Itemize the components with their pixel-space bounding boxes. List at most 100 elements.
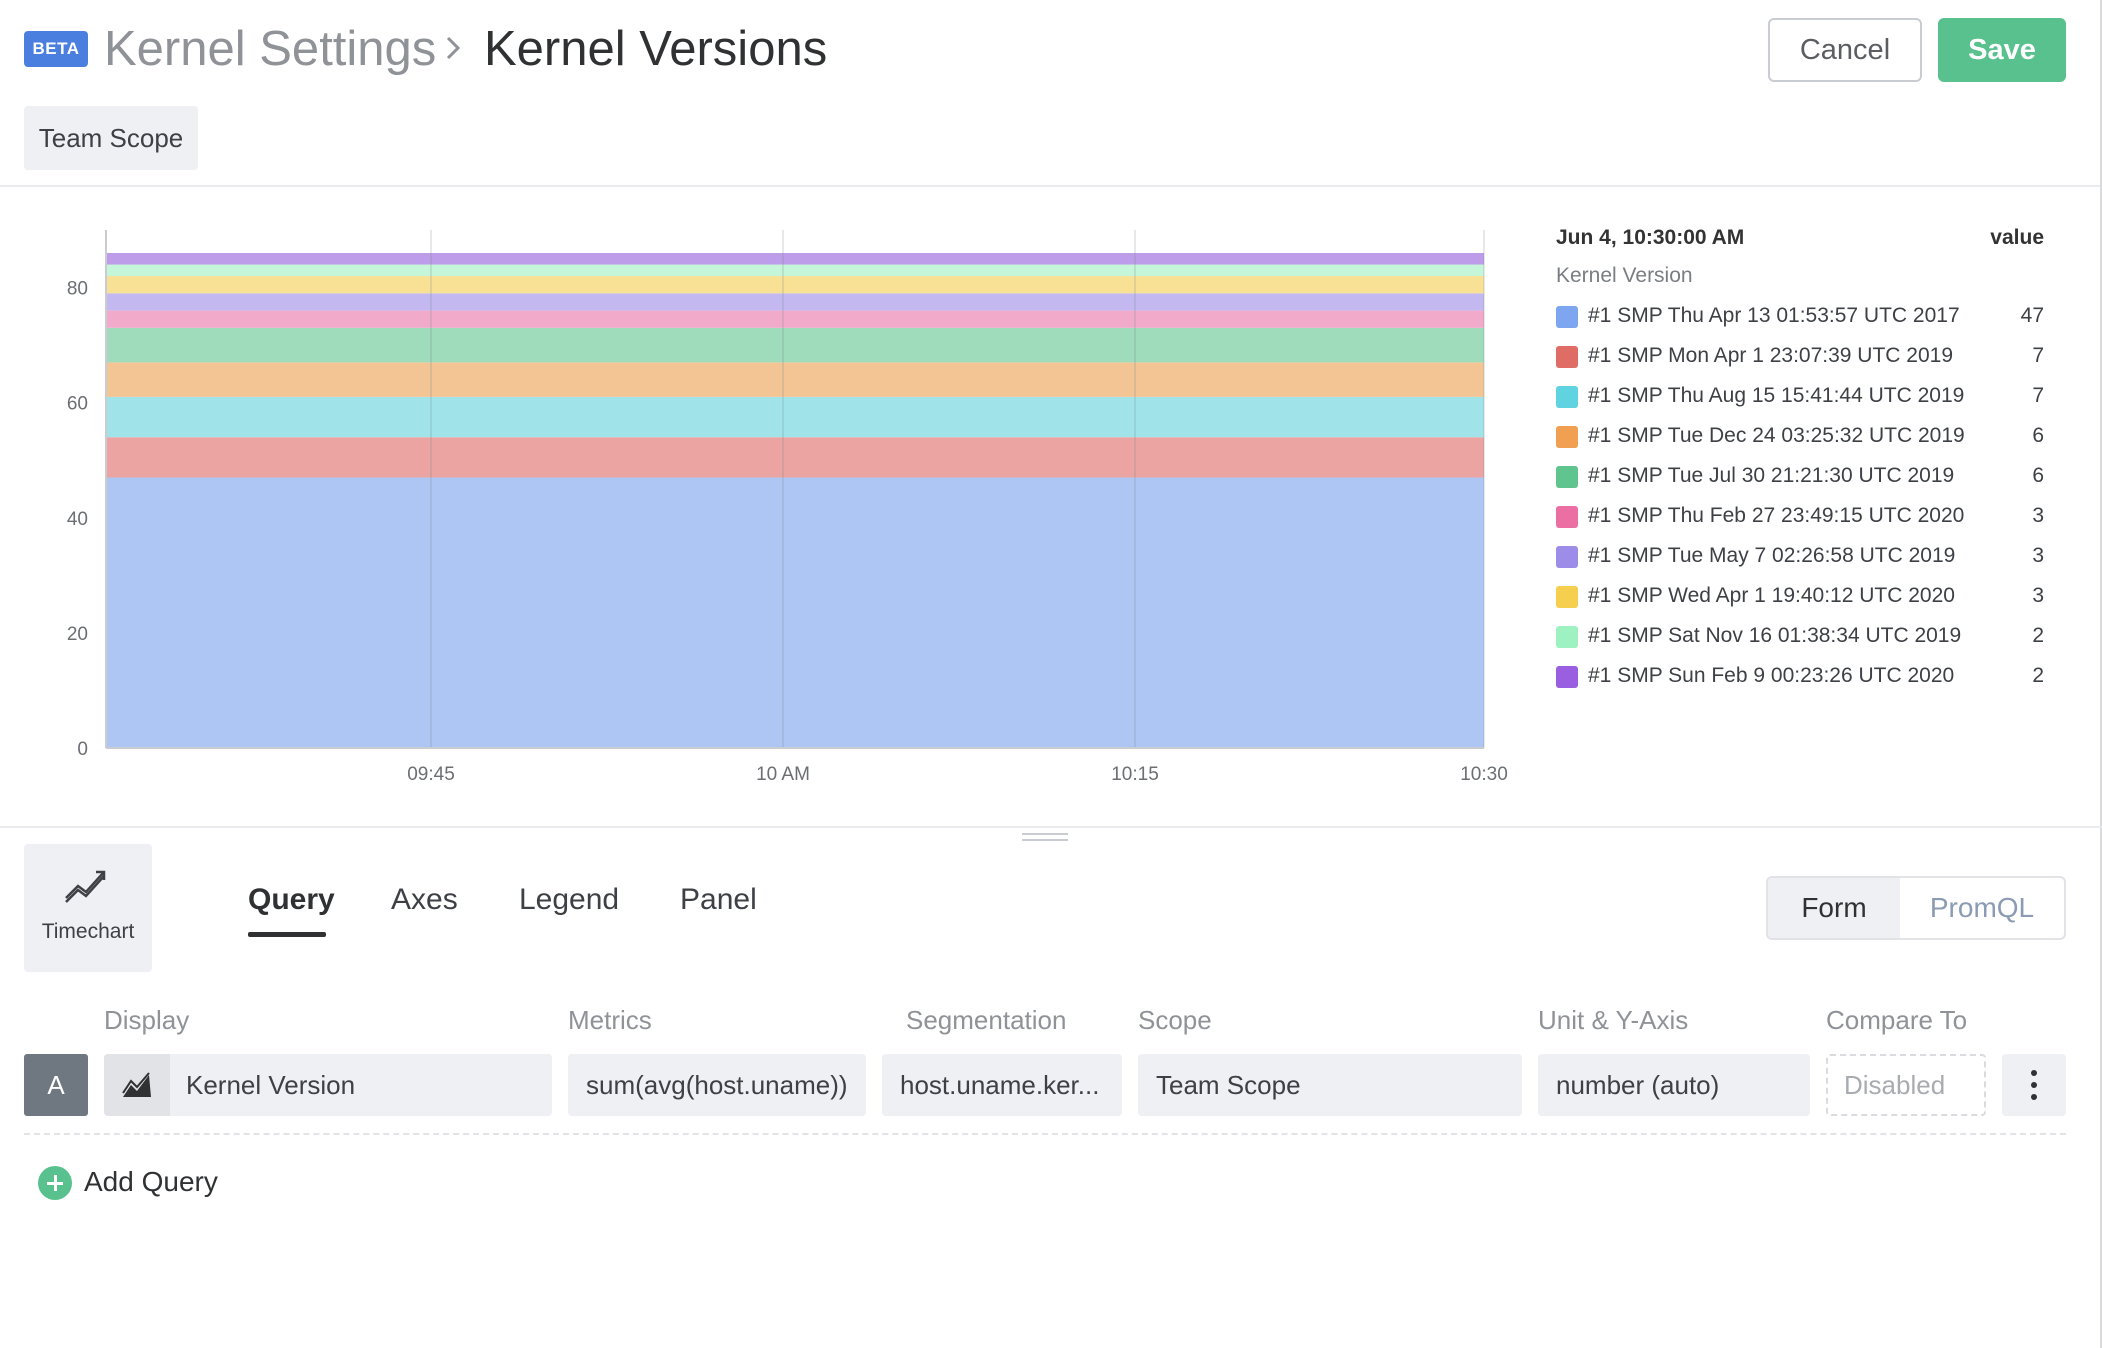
column-segmentation: Segmentation: [906, 1005, 1067, 1035]
breadcrumb-parent[interactable]: Kernel Settings: [104, 18, 436, 80]
legend-item-value: 6: [2032, 424, 2044, 447]
legend-item-value: 3: [2032, 584, 2044, 607]
team-scope-chip[interactable]: Team Scope: [24, 106, 198, 170]
tab-legend[interactable]: Legend: [519, 880, 619, 920]
legend-item-label: #1 SMP Sun Feb 9 00:23:26 UTC 2020: [1588, 664, 1955, 687]
area-band: [106, 477, 1484, 748]
legend-item[interactable]: #1 SMP Tue May 7 02:26:58 UTC 2019 3: [1556, 536, 2044, 576]
column-metrics: Metrics: [568, 1005, 652, 1035]
legend-swatch: [1556, 626, 1578, 648]
legend-swatch: [1556, 346, 1578, 368]
add-query-label: Add Query: [84, 1166, 218, 1197]
area-band: [106, 396, 1484, 438]
mode-toggle: Form PromQL: [1766, 876, 2066, 940]
timechart-icon: [65, 870, 106, 903]
legend-item[interactable]: #1 SMP Tue Dec 24 03:25:32 UTC 2019 6: [1556, 416, 2044, 456]
unit-select[interactable]: number (auto): [1538, 1054, 1810, 1116]
beta-badge: BETA: [24, 31, 88, 67]
legend-rows: #1 SMP Thu Apr 13 01:53:57 UTC 2017 47 #1 …: [1556, 296, 2044, 696]
column-compare: Compare To: [1826, 1005, 1968, 1035]
x-tick-label: 10:30: [1460, 764, 1508, 785]
active-tab-indicator: [248, 932, 326, 937]
chart-type-selector[interactable]: Timechart: [24, 844, 152, 972]
x-tick-label: 09:45: [407, 764, 455, 785]
area-chart-icon: [122, 1072, 151, 1097]
display-name-input[interactable]: Kernel Version: [104, 1054, 552, 1116]
legend-swatch: [1556, 386, 1578, 408]
chevron-right-icon: [446, 36, 461, 60]
area-band: [106, 276, 1484, 294]
legend-group-label: Kernel Version: [1556, 264, 1693, 287]
legend-swatch: [1556, 306, 1578, 328]
save-button[interactable]: Save: [1938, 18, 2066, 82]
kernel-versions-chart[interactable]: 09:45 10 AM 10:15 10:30 0 20 40 60 80: [0, 188, 1540, 808]
area-band: [106, 264, 1484, 277]
y-tick-label: 20: [67, 624, 88, 645]
legend-item[interactable]: #1 SMP Mon Apr 1 23:07:39 UTC 2019 7: [1556, 336, 2044, 376]
legend-item-label: #1 SMP Wed Apr 1 19:40:12 UTC 2020: [1588, 584, 1955, 607]
legend-item-value: 7: [2032, 384, 2044, 407]
legend-item-label: #1 SMP Tue May 7 02:26:58 UTC 2019: [1588, 544, 1956, 567]
area-band: [106, 327, 1484, 363]
chart-editor-divider: [0, 826, 2102, 828]
legend-item-label: #1 SMP Mon Apr 1 23:07:39 UTC 2019: [1588, 344, 1953, 367]
header-bar: BETA Kernel Settings Kernel Versions Can…: [0, 0, 2102, 186]
legend-item[interactable]: #1 SMP Sat Nov 16 01:38:34 UTC 2019 2: [1556, 616, 2044, 656]
legend-swatch: [1556, 666, 1578, 688]
plus-circle-icon: [38, 1166, 72, 1200]
resize-handle[interactable]: [1022, 833, 1068, 841]
legend-item[interactable]: #1 SMP Wed Apr 1 19:40:12 UTC 2020 3: [1556, 576, 2044, 616]
header-divider: [0, 185, 2102, 187]
display-style-button[interactable]: [104, 1054, 170, 1116]
legend-swatch: [1556, 586, 1578, 608]
more-options-icon[interactable]: [2002, 1054, 2066, 1116]
legend-item[interactable]: #1 SMP Thu Apr 13 01:53:57 UTC 2017 47: [1556, 296, 2044, 336]
chart-legend: Jun 4, 10:30:00 AM value Kernel Version …: [1556, 222, 2044, 696]
legend-swatch: [1556, 506, 1578, 528]
column-display: Display: [104, 1005, 190, 1035]
legend-value-header: value: [1990, 226, 2044, 249]
legend-item[interactable]: #1 SMP Sun Feb 9 00:23:26 UTC 2020 2: [1556, 656, 2044, 696]
cancel-button[interactable]: Cancel: [1768, 18, 1922, 82]
mode-form-button[interactable]: Form: [1768, 878, 1900, 938]
legend-item-label: #1 SMP Thu Feb 27 23:49:15 UTC 2020: [1588, 504, 1965, 527]
legend-item-value: 47: [2020, 304, 2044, 327]
legend-item-value: 2: [2032, 624, 2044, 647]
legend-item-label: #1 SMP Sat Nov 16 01:38:34 UTC 2019: [1588, 624, 1962, 647]
legend-item-value: 7: [2032, 344, 2044, 367]
legend-item-value: 2: [2032, 664, 2044, 687]
scope-input[interactable]: Team Scope: [1138, 1054, 1522, 1116]
mode-promql-button[interactable]: PromQL: [1900, 878, 2064, 938]
query-row-divider: [24, 1133, 2066, 1135]
area-band: [106, 362, 1484, 397]
legend-item-value: 6: [2032, 464, 2044, 487]
metrics-input[interactable]: sum(avg(host.uname)): [568, 1054, 866, 1116]
column-unit: Unit & Y-Axis: [1538, 1005, 1689, 1035]
legend-item[interactable]: #1 SMP Thu Feb 27 23:49:15 UTC 2020 3: [1556, 496, 2044, 536]
legend-swatch: [1556, 426, 1578, 448]
legend-item-value: 3: [2032, 504, 2044, 527]
tab-query[interactable]: Query: [248, 880, 335, 920]
tab-panel[interactable]: Panel: [680, 880, 757, 920]
area-band: [106, 293, 1484, 311]
segmentation-input[interactable]: host.uname.ker...: [882, 1054, 1122, 1116]
y-tick-label: 0: [77, 739, 88, 760]
legend-item-label: #1 SMP Thu Apr 13 01:53:57 UTC 2017: [1588, 304, 1960, 327]
page-title: Kernel Versions: [484, 22, 828, 76]
area-band: [106, 437, 1484, 478]
x-tick-label: 10 AM: [756, 764, 810, 785]
compare-to-select[interactable]: Disabled: [1826, 1054, 1986, 1116]
area-band: [106, 253, 1484, 265]
legend-item[interactable]: #1 SMP Tue Jul 30 21:21:30 UTC 2019 6: [1556, 456, 2044, 496]
legend-item[interactable]: #1 SMP Thu Aug 15 15:41:44 UTC 2019 7: [1556, 376, 2044, 416]
y-tick-label: 80: [67, 279, 88, 300]
y-tick-label: 40: [67, 509, 88, 530]
column-scope: Scope: [1138, 1005, 1212, 1035]
legend-swatch: [1556, 546, 1578, 568]
chart-type-label: Timechart: [41, 920, 135, 943]
legend-item-label: #1 SMP Tue Dec 24 03:25:32 UTC 2019: [1588, 424, 1965, 447]
query-letter-badge[interactable]: A: [24, 1054, 88, 1116]
tab-axes[interactable]: Axes: [391, 880, 458, 920]
x-tick-label: 10:15: [1111, 764, 1159, 785]
legend-item-label: #1 SMP Thu Aug 15 15:41:44 UTC 2019: [1588, 384, 1965, 407]
